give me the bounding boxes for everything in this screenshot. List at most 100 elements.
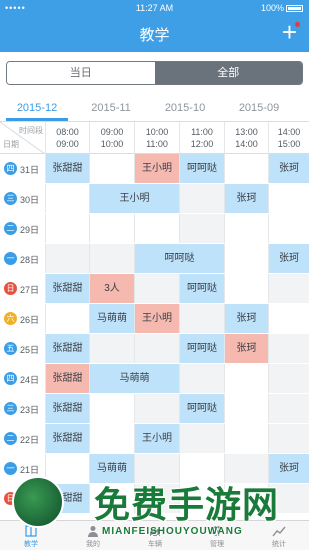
schedule-cell[interactable] xyxy=(224,244,268,273)
schedule-cell[interactable] xyxy=(134,454,179,483)
schedule-cell[interactable] xyxy=(89,334,134,363)
schedule-cell[interactable]: 马萌萌 xyxy=(89,364,179,393)
date-label: 23日 xyxy=(20,405,40,415)
schedule-cell[interactable]: 张珂 xyxy=(268,454,309,483)
schedule-cell[interactable]: 张珂 xyxy=(268,244,309,273)
schedule-cell[interactable] xyxy=(268,364,309,393)
schedule-cell[interactable]: 呵呵哒 xyxy=(179,274,224,303)
segment-today[interactable]: 当日 xyxy=(7,62,155,84)
schedule-cell[interactable] xyxy=(45,184,89,213)
schedule-cell[interactable] xyxy=(89,244,134,273)
time-slot-header: 09:00 10:00 xyxy=(89,122,134,154)
schedule-cell[interactable] xyxy=(134,394,179,423)
time-slot-end: 11:00 xyxy=(146,139,168,149)
schedule-cell[interactable] xyxy=(134,334,179,363)
month-tab[interactable]: 2015-09 xyxy=(222,102,296,114)
schedule-cell[interactable]: 张珂 xyxy=(224,304,268,333)
schedule-cell[interactable] xyxy=(268,214,309,243)
schedule-cell[interactable] xyxy=(224,394,268,423)
schedule-cell[interactable]: 3人 xyxy=(89,274,134,303)
time-slot-end: 14:00 xyxy=(235,139,258,149)
schedule-cell[interactable] xyxy=(179,454,224,483)
schedule-cell[interactable]: 张甜甜 xyxy=(45,154,89,183)
tab-chart[interactable]: 统计 xyxy=(254,522,304,549)
schedule-cell[interactable] xyxy=(89,394,134,423)
schedule-cell[interactable] xyxy=(268,334,309,363)
schedule-cell[interactable] xyxy=(89,214,134,243)
schedule-cell[interactable]: 马萌萌 xyxy=(89,454,134,483)
schedule-cell[interactable]: 张甜甜 xyxy=(45,394,89,423)
schedule-cell[interactable] xyxy=(268,184,309,213)
schedule-cell[interactable]: 张甜甜 xyxy=(45,424,89,453)
tab-book[interactable]: 教学 xyxy=(6,522,56,549)
schedule-cell[interactable] xyxy=(224,214,268,243)
schedule-cell[interactable] xyxy=(224,364,268,393)
schedule-cell[interactable] xyxy=(268,304,309,333)
schedule-cell[interactable] xyxy=(134,214,179,243)
date-label: 22日 xyxy=(20,435,40,445)
schedule-cell[interactable]: 王小明 xyxy=(89,184,179,213)
notification-dot xyxy=(295,22,300,27)
schedule-cell[interactable]: 呵呵哒 xyxy=(134,244,224,273)
grid-header: 时间段 日期 08:00 09:00 09:00 10:00 10:00 11:00 11:… xyxy=(0,122,309,154)
schedule-cell[interactable] xyxy=(224,424,268,453)
schedule-cell[interactable]: 呵呵哒 xyxy=(179,154,224,183)
time-slot-end: 09:00 xyxy=(56,139,79,149)
schedule-cell[interactable] xyxy=(89,154,134,183)
schedule-cell[interactable] xyxy=(179,184,224,213)
schedule-cell[interactable] xyxy=(224,484,268,513)
schedule-cell[interactable]: 呵呵哒 xyxy=(179,394,224,423)
schedule-cell[interactable] xyxy=(268,274,309,303)
schedule-cell[interactable] xyxy=(179,364,224,393)
segment-all[interactable]: 全部 xyxy=(154,62,302,84)
schedule-cell[interactable] xyxy=(179,214,224,243)
schedule-cell[interactable] xyxy=(134,484,179,513)
schedule-cell[interactable]: 王小明 xyxy=(134,304,179,333)
schedule-cell[interactable]: 张甜甜 xyxy=(45,334,89,363)
schedule-cell[interactable] xyxy=(179,304,224,333)
date-cell: 五 25日 xyxy=(0,334,45,363)
car-icon xyxy=(130,524,180,538)
time-slot-start: 14:00 xyxy=(277,127,301,137)
tab-label: 管理 xyxy=(210,541,224,548)
schedule-cell[interactable]: 张珂 xyxy=(224,334,268,363)
schedule-cell[interactable] xyxy=(224,154,268,183)
schedule-cell[interactable]: 张珂 xyxy=(268,154,309,183)
schedule-cell[interactable]: 张甜甜 xyxy=(45,364,89,393)
schedule-cell[interactable] xyxy=(179,424,224,453)
month-tab[interactable]: 2015-12 xyxy=(0,102,74,114)
schedule-row: 二 22日 张甜甜 王小明 xyxy=(0,424,309,453)
schedule-cell[interactable]: 张珂 xyxy=(224,184,268,213)
grid-corner: 时间段 日期 xyxy=(0,122,45,154)
schedule-cell[interactable] xyxy=(45,244,89,273)
schedule-cell[interactable] xyxy=(45,304,89,333)
schedule-cell[interactable]: 张甜甜 xyxy=(45,484,89,513)
chart-icon xyxy=(254,524,304,538)
schedule-cell[interactable] xyxy=(134,274,179,303)
schedule-cell[interactable] xyxy=(89,484,134,513)
time-slot-header: 11:00 12:00 xyxy=(179,122,224,154)
time-slot-end: 12:00 xyxy=(190,139,214,149)
schedule-cell[interactable] xyxy=(268,394,309,423)
schedule-cell[interactable]: 王小明 xyxy=(134,424,179,453)
schedule-cell[interactable] xyxy=(268,424,309,453)
tab-car[interactable]: 车辆 xyxy=(130,522,180,549)
tab-gear[interactable]: 管理 xyxy=(192,522,242,549)
schedule-cell[interactable]: 王小明 xyxy=(134,154,179,183)
schedule-row: 五 25日 张甜甜 呵呵哒 张珂 xyxy=(0,334,309,363)
date-label: 24日 xyxy=(20,375,40,385)
schedule-cell[interactable] xyxy=(224,274,268,303)
schedule-cell[interactable] xyxy=(89,424,134,453)
schedule-cell[interactable] xyxy=(268,484,309,513)
schedule-cell[interactable] xyxy=(179,484,224,513)
schedule-cell[interactable]: 呵呵哒 xyxy=(179,334,224,363)
month-tab[interactable]: 2015-11 xyxy=(74,102,148,114)
tab-person[interactable]: 我的 xyxy=(68,522,118,549)
schedule-cell[interactable] xyxy=(45,454,89,483)
schedule-cell[interactable] xyxy=(224,454,268,483)
month-tab[interactable]: 2015-10 xyxy=(148,102,222,114)
schedule-cell[interactable]: 马萌萌 xyxy=(89,304,134,333)
schedule-row: 一 21日 马萌萌 张珂 xyxy=(0,454,309,483)
schedule-cell[interactable] xyxy=(45,214,89,243)
schedule-cell[interactable]: 张甜甜 xyxy=(45,274,89,303)
